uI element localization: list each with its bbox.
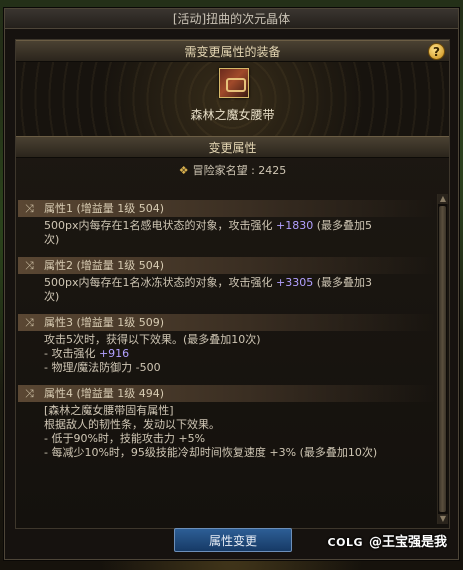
description-text: 500px内每存在1名冰冻状态的对象，攻击强化 [44, 276, 276, 289]
scrollbar[interactable]: ▲ ▼ [437, 194, 448, 524]
description-line: - 物理/魔法防御力 -500 [44, 361, 427, 375]
description-text: - 每减少10%时，95级技能冷却时间恢复速度 +3% (最多叠加10次) [44, 446, 378, 459]
change-section-title: 变更属性 [208, 141, 257, 155]
shuffle-icon: ⤨ [25, 259, 34, 272]
shuffle-icon: ⤨ [25, 202, 34, 215]
attribute-block: ⤨ 属性2 (增益量 1级 504) 500px内每存在1名冰冻状态的对象，攻击强化… [18, 257, 435, 304]
scroll-thumb[interactable] [439, 206, 446, 512]
description-line: 根据敌人的韧性条，发动以下效果。 [44, 418, 427, 432]
help-icon[interactable]: ? [428, 43, 445, 60]
belt-item-icon[interactable] [219, 68, 249, 98]
attribute-list: ⤨ 属性1 (增益量 1级 504) 500px内每存在1名感电状态的对象，攻击强化… [18, 194, 435, 524]
watermark-logo: COLG [327, 536, 363, 549]
shuffle-icon: ⤨ [25, 387, 34, 400]
change-section-header: 变更属性 [16, 136, 449, 158]
main-panel: 需变更属性的装备 ? 森林之魔女腰带 变更属性 ❖ 冒险家名望 : 2425 ⤨ 属… [15, 39, 450, 529]
description-line: - 低于90%时，技能攻击力 +5% [44, 432, 427, 446]
highlight-value: +916 [98, 347, 130, 360]
attribute-header[interactable]: ⤨ 属性2 (增益量 1级 504) [18, 257, 435, 274]
fame-icon: ❖ [178, 164, 189, 177]
attribute-title: 属性2 (增益量 1级 504) [44, 259, 165, 272]
description-line: 500px内每存在1名感电状态的对象，攻击强化 +1830 (最多叠加5 [44, 219, 427, 233]
attribute-title: 属性3 (增益量 1级 509) [44, 316, 165, 329]
description-line: - 每减少10%时，95级技能冷却时间恢复速度 +3% (最多叠加10次) [44, 446, 427, 460]
description-text: 根据敌人的韧性条，发动以下效果。 [44, 418, 220, 431]
window-title[interactable]: [活动]扭曲的次元晶体 [5, 9, 458, 29]
description-text: - 攻击强化 [44, 347, 99, 360]
description-line: - 攻击强化 +916 [44, 347, 427, 361]
highlight-value: +1830 [275, 219, 314, 232]
attribute-block: ⤨ 属性4 (增益量 1级 494) [森林之魔女腰带固有属性] 根据敌人的韧性条，发… [18, 385, 435, 460]
attribute-block: ⤨ 属性3 (增益量 1级 509) 攻击5次时，获得以下效果。(最多叠加10次) -… [18, 314, 435, 375]
attribute-change-window: [活动]扭曲的次元晶体 需变更属性的装备 ? 森林之魔女腰带 变更属性 ❖ 冒险家… [4, 8, 459, 560]
attribute-description: 500px内每存在1名冰冻状态的对象，攻击强化 +3305 (最多叠加3 次) [18, 274, 435, 304]
attribute-block: ⤨ 属性1 (增益量 1级 504) 500px内每存在1名感电状态的对象，攻击强化… [18, 200, 435, 247]
highlight-value: +3305 [275, 276, 314, 289]
description-text: - 物理/魔法防御力 -500 [44, 361, 161, 374]
watermark-text: @王宝强是我 [368, 535, 447, 550]
attribute-title: 属性1 (增益量 1级 504) [44, 202, 165, 215]
description-line: 500px内每存在1名冰冻状态的对象，攻击强化 +3305 (最多叠加3 [44, 276, 427, 290]
equip-section-header: 需变更属性的装备 ? [16, 40, 449, 62]
description-text: - 低于90%时，技能攻击力 +5% [44, 432, 206, 445]
shuffle-icon: ⤨ [25, 316, 34, 329]
description-text: [森林之魔女腰带固有属性] [44, 404, 174, 417]
description-line: 次) [44, 233, 427, 247]
description-text: (最多叠加3 [313, 276, 372, 289]
attribute-title: 属性4 (增益量 1级 494) [44, 387, 165, 400]
equip-slot-area: 森林之魔女腰带 [16, 62, 449, 136]
attribute-header[interactable]: ⤨ 属性1 (增益量 1级 504) [18, 200, 435, 217]
attribute-header[interactable]: ⤨ 属性3 (增益量 1级 509) [18, 314, 435, 331]
attribute-description: 攻击5次时，获得以下效果。(最多叠加10次) - 攻击强化 +916- 物理/魔法… [18, 331, 435, 375]
fame-label: 冒险家名望 : 2425 [192, 164, 287, 177]
description-text: 次) [44, 290, 60, 303]
description-text: 次) [44, 233, 60, 246]
attribute-change-button[interactable]: 属性变更 [174, 528, 292, 552]
equip-section-title: 需变更属性的装备 [184, 45, 281, 59]
attribute-description: 500px内每存在1名感电状态的对象，攻击强化 +1830 (最多叠加5 次) [18, 217, 435, 247]
description-text: (最多叠加5 [313, 219, 372, 232]
description-text: 500px内每存在1名感电状态的对象，攻击强化 [44, 219, 276, 232]
watermark: COLG @王宝强是我 [328, 531, 447, 550]
description-text: 攻击5次时，获得以下效果。(最多叠加10次) [44, 333, 261, 346]
attribute-header[interactable]: ⤨ 属性4 (增益量 1级 494) [18, 385, 435, 402]
attribute-description: [森林之魔女腰带固有属性] 根据敌人的韧性条，发动以下效果。 - 低于90%时，技能… [18, 402, 435, 460]
description-line: 次) [44, 290, 427, 304]
description-line: [森林之魔女腰带固有属性] [44, 404, 427, 418]
scroll-down-icon[interactable]: ▼ [438, 514, 448, 524]
fame-row: ❖ 冒险家名望 : 2425 [16, 158, 449, 184]
item-name: 森林之魔女腰带 [190, 108, 275, 122]
scroll-up-icon[interactable]: ▲ [438, 194, 448, 204]
description-line: 攻击5次时，获得以下效果。(最多叠加10次) [44, 333, 427, 347]
